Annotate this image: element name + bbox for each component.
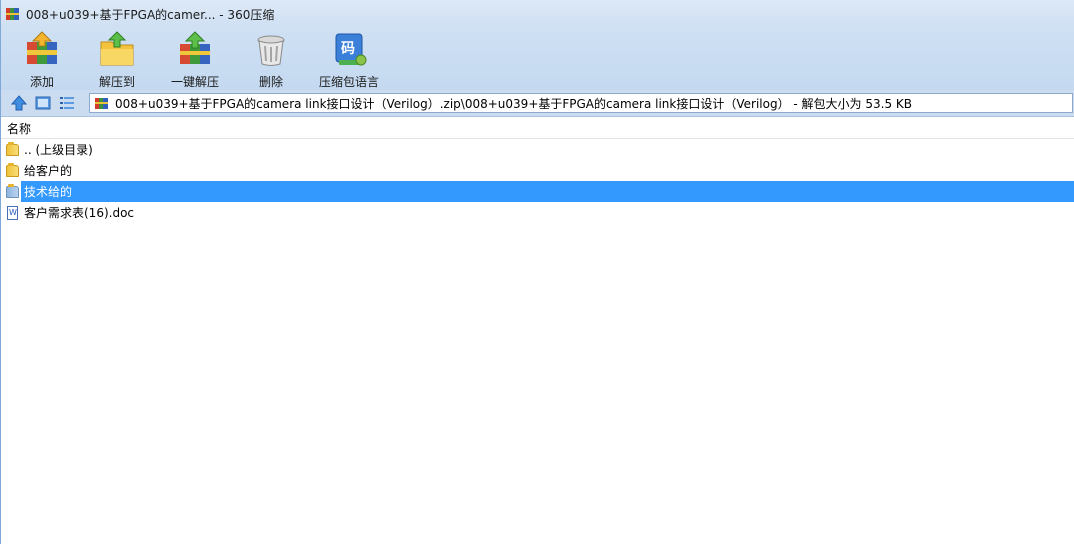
extract-folder-icon bbox=[98, 30, 136, 68]
folder-icon bbox=[5, 183, 21, 200]
column-header-name[interactable]: 名称 bbox=[1, 118, 1074, 139]
one-click-extract-icon bbox=[176, 30, 214, 68]
list-item-label: 客户需求表(16).doc bbox=[24, 206, 135, 220]
archive-icon bbox=[94, 95, 110, 111]
word-doc-icon bbox=[5, 205, 21, 221]
encoding-badge: 码 bbox=[341, 41, 355, 57]
add-label: 添加 bbox=[29, 75, 54, 89]
list-item-file[interactable]: 客户需求表(16).doc bbox=[1, 202, 1074, 223]
archive-app-icon bbox=[5, 6, 21, 22]
add-button[interactable]: 添加 bbox=[21, 28, 63, 89]
one-click-extract-label: 一键解压 bbox=[170, 75, 219, 89]
list-item-label: 给客户的 bbox=[24, 164, 73, 178]
extract-to-button[interactable]: 解压到 bbox=[95, 28, 139, 89]
window-title: 008+u039+基于FPGA的camer... - 360压缩 bbox=[26, 7, 275, 22]
delete-label: 删除 bbox=[258, 75, 283, 89]
list-item-label: 技术给的 bbox=[24, 185, 73, 199]
delete-button[interactable]: 删除 bbox=[251, 28, 291, 89]
thumbnail-view-icon bbox=[35, 96, 51, 110]
list-item-parent-dir[interactable]: .. (上级目录) bbox=[1, 139, 1074, 160]
list-view-icon bbox=[60, 97, 74, 109]
encoding-label: 压缩包语言 bbox=[318, 75, 379, 89]
app-window: 008+u039+基于FPGA的camer... - 360压缩 添加 解压到 … bbox=[0, 0, 1074, 544]
one-click-extract-button[interactable]: 一键解压 bbox=[169, 28, 221, 89]
column-name-label: 名称 bbox=[7, 121, 32, 136]
list-item-label: .. (上级目录) bbox=[24, 143, 93, 157]
folder-icon bbox=[5, 141, 21, 158]
list-item-folder-selected[interactable]: 技术给的 bbox=[1, 181, 1074, 202]
path-text: 008+u039+基于FPGA的camera link接口设计（Verilog）… bbox=[115, 96, 912, 111]
file-list: .. (上级目录) 给客户的 技术给的 客户需求表(16).doc bbox=[1, 139, 1074, 223]
list-item-folder[interactable]: 给客户的 bbox=[1, 160, 1074, 181]
up-button[interactable] bbox=[9, 93, 29, 113]
address-bar: 008+u039+基于FPGA的camera link接口设计（Verilog）… bbox=[1, 90, 1074, 117]
extract-to-label: 解压到 bbox=[98, 75, 135, 89]
archive-encoding-button[interactable]: 码 压缩包语言 bbox=[317, 28, 381, 89]
trash-icon bbox=[252, 30, 290, 68]
folder-icon bbox=[5, 162, 21, 179]
list-view-button[interactable] bbox=[57, 93, 77, 113]
toolbar: 添加 解压到 一键解压 删除 码 压缩包语言 bbox=[1, 28, 1074, 90]
arrow-up-icon bbox=[10, 95, 28, 111]
path-field[interactable]: 008+u039+基于FPGA的camera link接口设计（Verilog）… bbox=[89, 93, 1073, 113]
thumbnail-view-button[interactable] bbox=[33, 93, 53, 113]
title-bar[interactable]: 008+u039+基于FPGA的camer... - 360压缩 bbox=[1, 0, 1074, 28]
add-archive-icon bbox=[23, 30, 61, 68]
encoding-icon: 码 bbox=[330, 30, 368, 68]
